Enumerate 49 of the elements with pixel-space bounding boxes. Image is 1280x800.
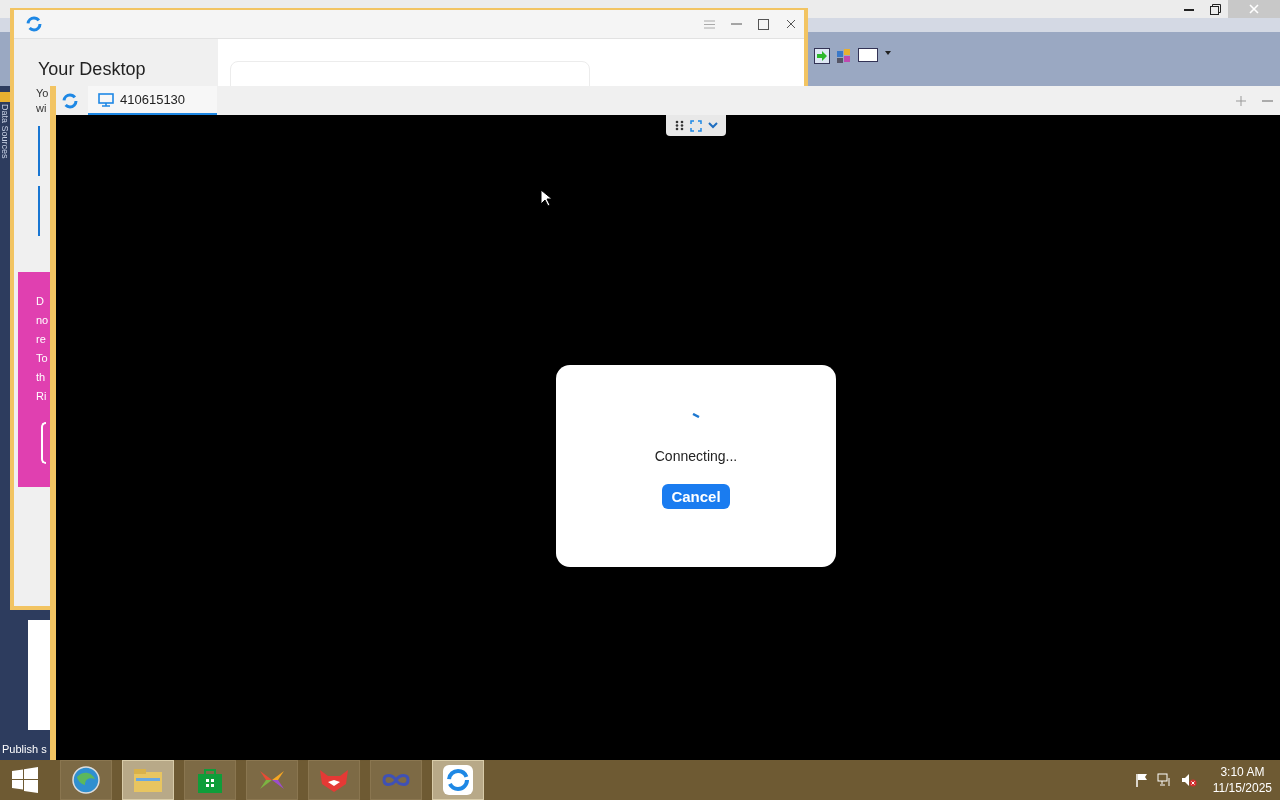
clock-time: 3:10 AM: [1220, 764, 1265, 780]
taskbar-app[interactable]: [432, 760, 484, 800]
promo-text: Ri: [36, 389, 47, 404]
close-icon: [1249, 4, 1259, 14]
monitor-icon: [98, 92, 114, 107]
clock[interactable]: 3:10 AM 11/15/2025: [1212, 764, 1272, 796]
banner-button[interactable]: [41, 422, 46, 464]
session-tab[interactable]: 410615130: [88, 86, 218, 115]
side-tab[interactable]: Data Sources: [0, 104, 9, 159]
grid-icon[interactable]: [836, 48, 852, 64]
restore-icon[interactable]: [1209, 3, 1221, 15]
toolbar-handle[interactable]: [666, 115, 726, 136]
cancel-button[interactable]: Cancel: [662, 484, 730, 509]
intro-text: Yo: [36, 86, 49, 101]
promo-text: To: [36, 351, 48, 366]
shopping-bag-icon: [197, 766, 223, 794]
speaker-muted-icon[interactable]: [1180, 773, 1197, 787]
taskbar-app[interactable]: [60, 760, 112, 800]
spinner-icon: [692, 413, 700, 418]
accent-bar: [38, 186, 40, 236]
clock-date: 11/15/2025: [1212, 780, 1272, 796]
promo-text: re: [36, 332, 46, 347]
promo-text: th: [36, 370, 46, 385]
network-icon[interactable]: [1156, 773, 1173, 787]
chevron-down-icon[interactable]: [707, 122, 718, 129]
window-heading: Your Desktop: [38, 59, 147, 80]
intro-text: wi: [36, 101, 47, 116]
fullscreen-icon[interactable]: [689, 119, 702, 132]
menu-icon[interactable]: [704, 19, 715, 29]
globe-icon: [71, 765, 101, 795]
status-text: Publish s: [2, 743, 47, 755]
flag-icon[interactable]: [1134, 773, 1149, 787]
taskbar-app[interactable]: [246, 760, 298, 800]
status-message: Connecting...: [654, 448, 738, 464]
logo-icon: [62, 92, 78, 109]
logo-icon: [26, 16, 42, 32]
arrow-icon[interactable]: [814, 48, 830, 64]
minimize-icon[interactable]: [1184, 7, 1194, 11]
accent-bar: [38, 126, 40, 176]
windows-logo-icon: [12, 767, 38, 793]
close-icon[interactable]: [785, 19, 796, 29]
maximize-icon[interactable]: [758, 18, 769, 30]
folder-icon: [132, 766, 164, 794]
drag-handle-icon[interactable]: [674, 120, 684, 131]
logo-icon: [443, 765, 473, 795]
window-icon[interactable]: [858, 48, 878, 62]
promo-text: no: [36, 313, 49, 328]
promo-text: D: [36, 294, 44, 309]
mouse-pointer-icon: [540, 189, 552, 207]
